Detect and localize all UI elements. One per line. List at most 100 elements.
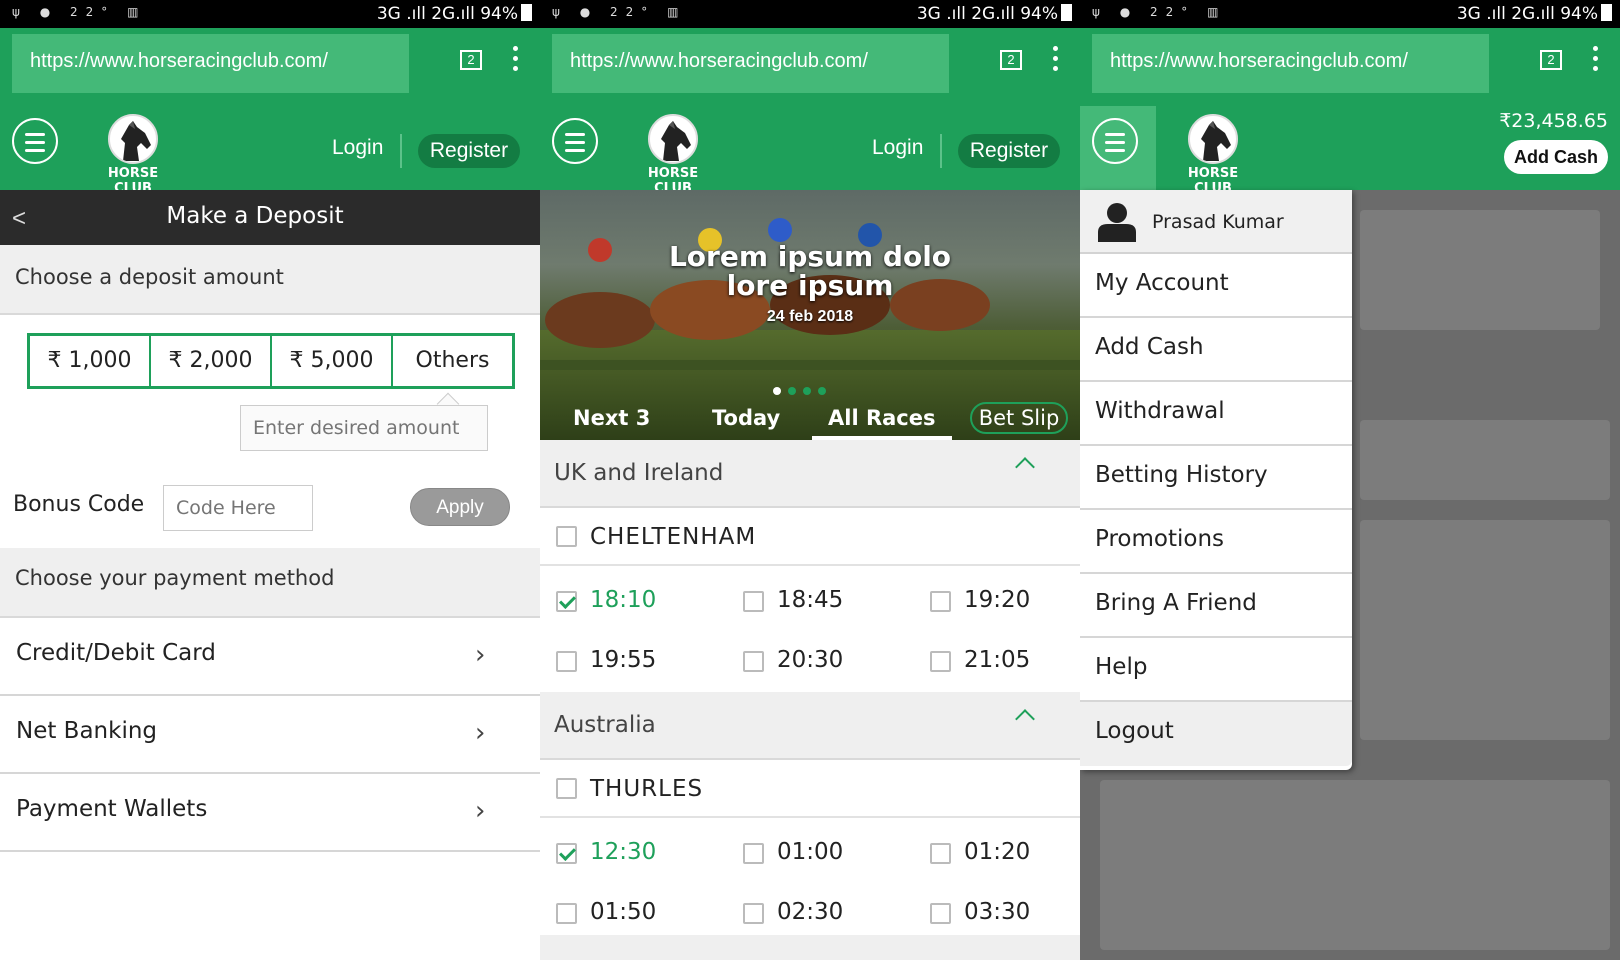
time-checkbox[interactable] <box>556 903 577 924</box>
horse-club-logo[interactable]: HORSE CLUB <box>628 114 718 196</box>
battery-text: 94% <box>1560 4 1598 24</box>
apply-button[interactable]: Apply <box>410 488 510 526</box>
carousel-dot-2[interactable] <box>788 387 796 395</box>
amount-option-5000[interactable]: ₹ 5,000 <box>272 336 393 386</box>
time-checkbox[interactable] <box>743 651 764 672</box>
hero-title: Lorem ipsum dolo lore ipsum <box>668 240 952 302</box>
register-button[interactable]: Register <box>958 134 1060 168</box>
url-field[interactable]: https://www.horseracingclub.com/ <box>12 34 409 93</box>
status-right: 3G .ıll 2G.ıll 94% <box>377 4 532 24</box>
menu-item-logout[interactable]: Logout <box>1080 702 1352 766</box>
chevron-right-icon: › <box>475 718 486 748</box>
region-name: Australia <box>554 712 656 738</box>
add-cash-button[interactable]: Add Cash <box>1504 140 1608 174</box>
tab-count-button[interactable]: 2 <box>1540 50 1562 70</box>
tab-next-3[interactable]: Next 3 <box>573 406 650 430</box>
browser-menu-icon[interactable] <box>1053 46 1059 72</box>
url-field[interactable]: https://www.horseracingclub.com/ <box>1092 34 1489 93</box>
races-screen: ψ ● 22° ▥ 3G .ıll 2G.ıll 94% https://www… <box>540 0 1080 960</box>
page-title: Make a Deposit <box>166 203 344 229</box>
register-button[interactable]: Register <box>418 134 520 168</box>
bet-slip-label: Bet Slip <box>978 406 1060 430</box>
browser-menu-icon[interactable] <box>513 46 519 72</box>
bonus-code-input[interactable] <box>163 485 313 531</box>
time-checkbox[interactable] <box>930 903 951 924</box>
venue-row-cheltenham[interactable]: CHELTENHAM <box>540 508 1080 566</box>
hero-banner[interactable]: Lorem ipsum dolo lore ipsum 24 feb 2018 N… <box>540 190 1080 440</box>
time-checkbox[interactable] <box>556 843 577 864</box>
header-divider <box>940 134 942 168</box>
status-right: 3G .ıll 2G.ıll 94% <box>917 4 1072 24</box>
chevron-up-icon <box>1015 457 1035 477</box>
tab-bet-slip[interactable]: Bet Slip 2 <box>970 402 1068 434</box>
hero-date: 24 feb 2018 <box>766 308 854 325</box>
battery-text: 94% <box>480 4 518 24</box>
payment-method-netbanking[interactable]: Net Banking › <box>0 696 540 774</box>
venue-checkbox[interactable] <box>556 778 577 799</box>
deposit-amount-heading: Choose a deposit amount <box>0 245 540 315</box>
chevron-right-icon: › <box>475 640 486 670</box>
header-divider <box>400 134 402 168</box>
tab-today[interactable]: Today <box>712 406 780 430</box>
menu-item-my-account[interactable]: My Account <box>1080 254 1352 318</box>
horse-club-logo[interactable]: HORSE CLUB <box>1168 114 1258 196</box>
region-header-australia[interactable]: Australia <box>540 692 1080 760</box>
status-icons: ψ ● 22° ▥ <box>1092 5 1227 19</box>
venue-checkbox[interactable] <box>556 526 577 547</box>
menu-item-withdrawal[interactable]: Withdrawal <box>1080 382 1352 446</box>
venue-row-thurles[interactable]: THURLES <box>540 760 1080 818</box>
url-field[interactable]: https://www.horseracingclub.com/ <box>552 34 949 93</box>
bonus-code-label: Bonus Code <box>13 492 145 517</box>
payment-method-card[interactable]: Credit/Debit Card › <box>0 618 540 696</box>
time-checkbox[interactable] <box>743 903 764 924</box>
amount-option-2000[interactable]: ₹ 2,000 <box>151 336 272 386</box>
hamburger-menu-icon[interactable] <box>552 118 598 164</box>
region-header-uk-ireland[interactable]: UK and Ireland <box>540 440 1080 508</box>
time-checkbox[interactable] <box>743 591 764 612</box>
tab-count-button[interactable]: 2 <box>1000 50 1022 70</box>
browser-menu-icon[interactable] <box>1593 46 1599 72</box>
tab-all-races[interactable]: All Races <box>812 406 952 440</box>
menu-item-help[interactable]: Help <box>1080 638 1352 702</box>
user-icon <box>1098 203 1136 242</box>
login-link[interactable]: Login <box>332 136 383 160</box>
custom-amount-popover <box>240 392 488 451</box>
chevron-up-icon <box>1015 709 1035 729</box>
amount-option-others[interactable]: Others <box>393 336 512 386</box>
menu-item-betting-history[interactable]: Betting History <box>1080 446 1352 510</box>
side-menu: Prasad Kumar My Account Add Cash Withdra… <box>1080 190 1352 770</box>
hamburger-menu-icon[interactable] <box>1092 118 1138 164</box>
time-checkbox[interactable] <box>556 591 577 612</box>
user-profile-row[interactable]: Prasad Kumar <box>1080 190 1352 254</box>
time-checkbox[interactable] <box>930 651 951 672</box>
hamburger-menu-icon[interactable] <box>12 118 58 164</box>
payment-method-label: Payment Wallets <box>16 796 208 822</box>
time-checkbox[interactable] <box>743 843 764 864</box>
tab-count-button[interactable]: 2 <box>460 50 482 70</box>
menu-item-bring-a-friend[interactable]: Bring A Friend <box>1080 574 1352 638</box>
status-bar: ψ ● 22° ▥ 3G .ıll 2G.ıll 94% <box>540 0 1080 28</box>
region-name: UK and Ireland <box>554 460 724 486</box>
deposit-screen: ψ ● 22° ▥ 3G .ıll 2G.ıll 94% https://www… <box>0 0 540 960</box>
payment-method-label: Net Banking <box>16 718 158 744</box>
payment-method-wallets[interactable]: Payment Wallets › <box>0 774 540 852</box>
time-checkbox[interactable] <box>930 591 951 612</box>
user-name: Prasad Kumar <box>1152 211 1284 233</box>
menu-item-add-cash[interactable]: Add Cash <box>1080 318 1352 382</box>
app-header: HORSE CLUB Login Register <box>540 106 1080 196</box>
carousel-dot-4[interactable] <box>818 387 826 395</box>
amount-option-1000[interactable]: ₹ 1,000 <box>30 336 151 386</box>
carousel-dot-1[interactable] <box>773 387 781 395</box>
login-link[interactable]: Login <box>872 136 923 160</box>
payment-method-label: Credit/Debit Card <box>16 640 216 666</box>
menu-screen: ψ ● 22° ▥ 3G .ıll 2G.ıll 94% https://www… <box>1080 0 1620 960</box>
status-bar: ψ ● 22° ▥ 3G .ıll 2G.ıll 94% <box>0 0 540 28</box>
custom-amount-input[interactable] <box>240 405 488 451</box>
menu-item-promotions[interactable]: Promotions <box>1080 510 1352 574</box>
time-checkbox[interactable] <box>930 843 951 864</box>
carousel-dot-3[interactable] <box>803 387 811 395</box>
app-header: HORSE CLUB Login Register <box>0 106 540 196</box>
horse-club-logo[interactable]: HORSE CLUB <box>88 114 178 196</box>
payment-method-heading: Choose your payment method <box>0 548 540 618</box>
time-checkbox[interactable] <box>556 651 577 672</box>
